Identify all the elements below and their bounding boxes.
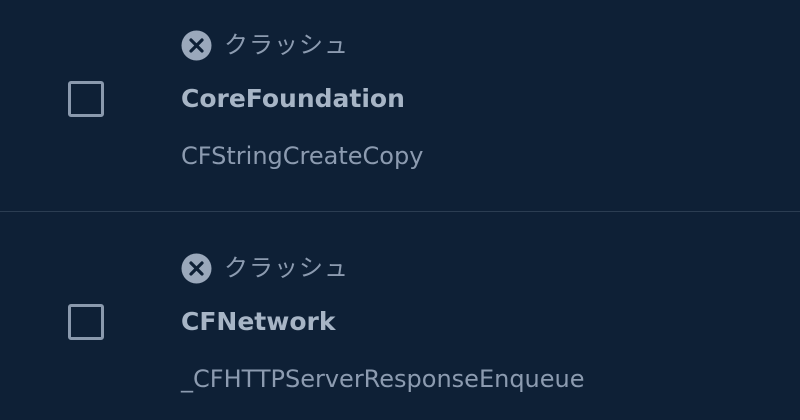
issue-row[interactable]: クラッシュ CFNetwork _CFHTTPServerResponseEnq… (0, 223, 800, 420)
status-label: クラッシュ (224, 31, 349, 59)
close-circle-icon (181, 253, 212, 284)
issue-status: クラッシュ (181, 29, 349, 61)
crash-issue-list: クラッシュ CoreFoundation CFStringCreateCopy … (0, 0, 800, 420)
close-circle-icon (181, 30, 212, 61)
symbol-name: CFStringCreateCopy (181, 142, 424, 170)
symbol-name: _CFHTTPServerResponseEnqueue (181, 365, 585, 393)
row-divider (0, 211, 800, 212)
issue-row[interactable]: クラッシュ CoreFoundation CFStringCreateCopy (0, 0, 800, 210)
issue-select-checkbox[interactable] (68, 81, 104, 117)
library-name: CoreFoundation (181, 84, 405, 113)
issue-status: クラッシュ (181, 252, 349, 284)
library-name: CFNetwork (181, 307, 336, 336)
status-label: クラッシュ (224, 254, 349, 282)
issue-select-checkbox[interactable] (68, 304, 104, 340)
